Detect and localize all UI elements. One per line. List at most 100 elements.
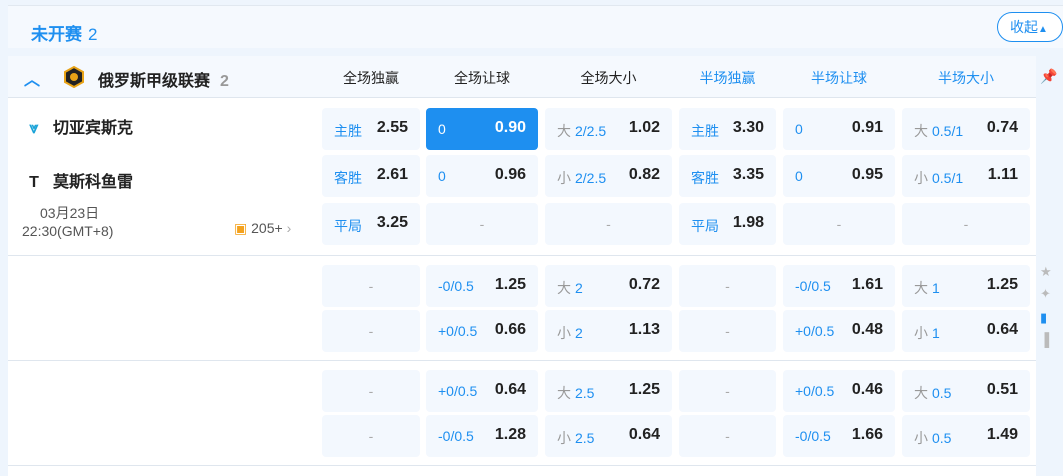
odds-value: 0.96: [494, 166, 526, 183]
divider: [8, 360, 1036, 361]
odds-line: 大 2.5: [557, 385, 595, 401]
odds-value: 1.66: [851, 426, 883, 443]
odds-value: 0.72: [628, 276, 660, 293]
odds-cell[interactable]: 大 2.5 1.25: [545, 370, 672, 412]
empty-odds: -: [606, 216, 611, 232]
odds-value: 0.90: [494, 119, 526, 136]
odds-cell[interactable]: 客胜 3.35: [679, 155, 776, 197]
odds-value: 2.61: [376, 166, 408, 183]
home-team-logo-icon: ⩔: [29, 120, 39, 137]
odds-value: 0.51: [986, 381, 1018, 398]
empty-odds: -: [725, 428, 730, 444]
odds-line: 大 2/2.5: [557, 123, 607, 139]
odds-cell[interactable]: 主胜 2.55: [322, 108, 420, 150]
odds-cell[interactable]: 大 2/2.5 1.02: [545, 108, 672, 150]
odds-line: -0/0.5: [795, 428, 831, 444]
odds-cell[interactable]: 主胜 3.30: [679, 108, 776, 150]
odds-value: 1.02: [628, 119, 660, 136]
column-header: 全场大小: [580, 70, 637, 86]
odds-cell: -: [426, 203, 538, 245]
odds-cell[interactable]: 小 1 0.64: [902, 310, 1030, 352]
calendar-clock-icon: ▣: [234, 220, 248, 236]
odds-value: 2.55: [376, 119, 408, 136]
odds-cell[interactable]: 小 2 1.13: [545, 310, 672, 352]
odds-cell[interactable]: -0/0.5 1.28: [426, 415, 538, 457]
odds-cell: -: [679, 415, 776, 457]
empty-odds: -: [368, 278, 374, 294]
odds-line: 小 2.5: [557, 430, 595, 446]
league-count: 2: [220, 73, 229, 90]
stats-icon[interactable]: ▐: [1040, 332, 1049, 347]
odds-value: 0.66: [494, 321, 526, 338]
odds-cell[interactable]: 大 2 0.72: [545, 265, 672, 307]
odds-value: 1.25: [494, 276, 526, 293]
odds-line: 大2: [557, 280, 583, 296]
odds-cell[interactable]: 大 0.5 0.51: [902, 370, 1030, 412]
pin-icon[interactable]: 📌: [1040, 68, 1057, 85]
empty-odds: -: [725, 383, 730, 399]
odds-line: 大 0.5/1: [914, 123, 964, 139]
odds-cell: -: [545, 203, 672, 245]
odds-cell[interactable]: 大 0.5/1 0.74: [902, 108, 1030, 150]
divider: [8, 465, 1036, 466]
odds-value: 0.95: [851, 166, 883, 183]
pin-icon[interactable]: ✦: [1040, 286, 1051, 302]
league-panel: ︿ 俄罗斯甲级联赛 2 📌 ⩔ 切亚宾斯克 T 莫斯科鱼雷 03月23日 22:30(G…: [8, 56, 1057, 476]
odds-value: 1.25: [628, 381, 660, 398]
odds-line: 小1: [914, 325, 940, 341]
league-name: 俄罗斯甲级联赛 2: [98, 73, 229, 90]
collapse-button[interactable]: 收起▲: [997, 12, 1063, 42]
odds-cell[interactable]: 0 0.90: [426, 108, 538, 150]
odds-value: 0.64: [494, 381, 526, 398]
odds-line: 小 0.5/1: [914, 170, 964, 186]
odds-cell: -: [322, 415, 420, 457]
column-header: 半场大小: [938, 70, 994, 86]
odds-cell[interactable]: +0/0.5 0.48: [783, 310, 895, 352]
odds-cell[interactable]: -0/0.5 1.61: [783, 265, 895, 307]
divider: [8, 255, 1036, 256]
column-header: 半场独赢: [699, 70, 756, 86]
odds-cell[interactable]: +0/0.5 0.46: [783, 370, 895, 412]
odds-cell[interactable]: +0/0.5 0.66: [426, 310, 538, 352]
odds-line: 客胜: [334, 170, 362, 186]
odds-line: 小 0.5: [914, 430, 952, 446]
column-header: 全场让球: [454, 70, 510, 86]
odds-cell[interactable]: 平局 1.98: [679, 203, 776, 245]
odds-cell[interactable]: +0/0.5 0.64: [426, 370, 538, 412]
odds-cell[interactable]: 0 0.91: [783, 108, 895, 150]
section-count: 2: [88, 25, 98, 44]
odds-cell: -: [679, 370, 776, 412]
odds-line: 大 0.5: [914, 385, 952, 401]
odds-cell[interactable]: 小 2/2.5 0.82: [545, 155, 672, 197]
empty-odds: -: [725, 323, 730, 339]
chevron-up-icon[interactable]: ︿: [24, 66, 40, 90]
odds-cell[interactable]: -0/0.5 1.25: [426, 265, 538, 307]
odds-line: 0: [795, 168, 803, 184]
odds-cell[interactable]: 0 0.96: [426, 155, 538, 197]
live-icon[interactable]: ▮: [1040, 310, 1047, 326]
odds-cell[interactable]: 小 0.5 1.49: [902, 415, 1030, 457]
odds-cell[interactable]: -0/0.5 1.66: [783, 415, 895, 457]
odds-line: 主胜: [334, 123, 362, 139]
home-team[interactable]: ⩔ 切亚宾斯克: [23, 114, 133, 138]
away-team[interactable]: T 莫斯科鱼雷: [23, 168, 133, 192]
odds-cell: -: [679, 310, 776, 352]
odds-line: -0/0.5: [795, 278, 831, 294]
odds-cell[interactable]: 大 1 1.25: [902, 265, 1030, 307]
odds-cell[interactable]: 0 0.95: [783, 155, 895, 197]
star-icon[interactable]: ★: [1040, 264, 1052, 280]
odds-value: 1.13: [628, 321, 660, 338]
odds-cell[interactable]: 小 2.5 0.64: [545, 415, 672, 457]
match-datetime: 03月23日 22:30(GMT+8): [22, 205, 114, 239]
odds-value: 0.46: [851, 381, 883, 398]
odds-value: 0.91: [851, 119, 883, 136]
odds-cell[interactable]: 小 0.5/1 1.11: [902, 155, 1030, 197]
empty-odds: -: [368, 383, 374, 399]
odds-value: 0.48: [851, 321, 883, 338]
odds-line: 0: [795, 121, 803, 137]
odds-line: 客胜: [691, 170, 719, 186]
odds-cell[interactable]: 客胜 2.61: [322, 155, 420, 197]
odds-cell[interactable]: 平局 3.25: [322, 203, 420, 245]
more-markets-link[interactable]: ▣ 205+ ›: [234, 220, 291, 237]
odds-cell: -: [322, 310, 420, 352]
